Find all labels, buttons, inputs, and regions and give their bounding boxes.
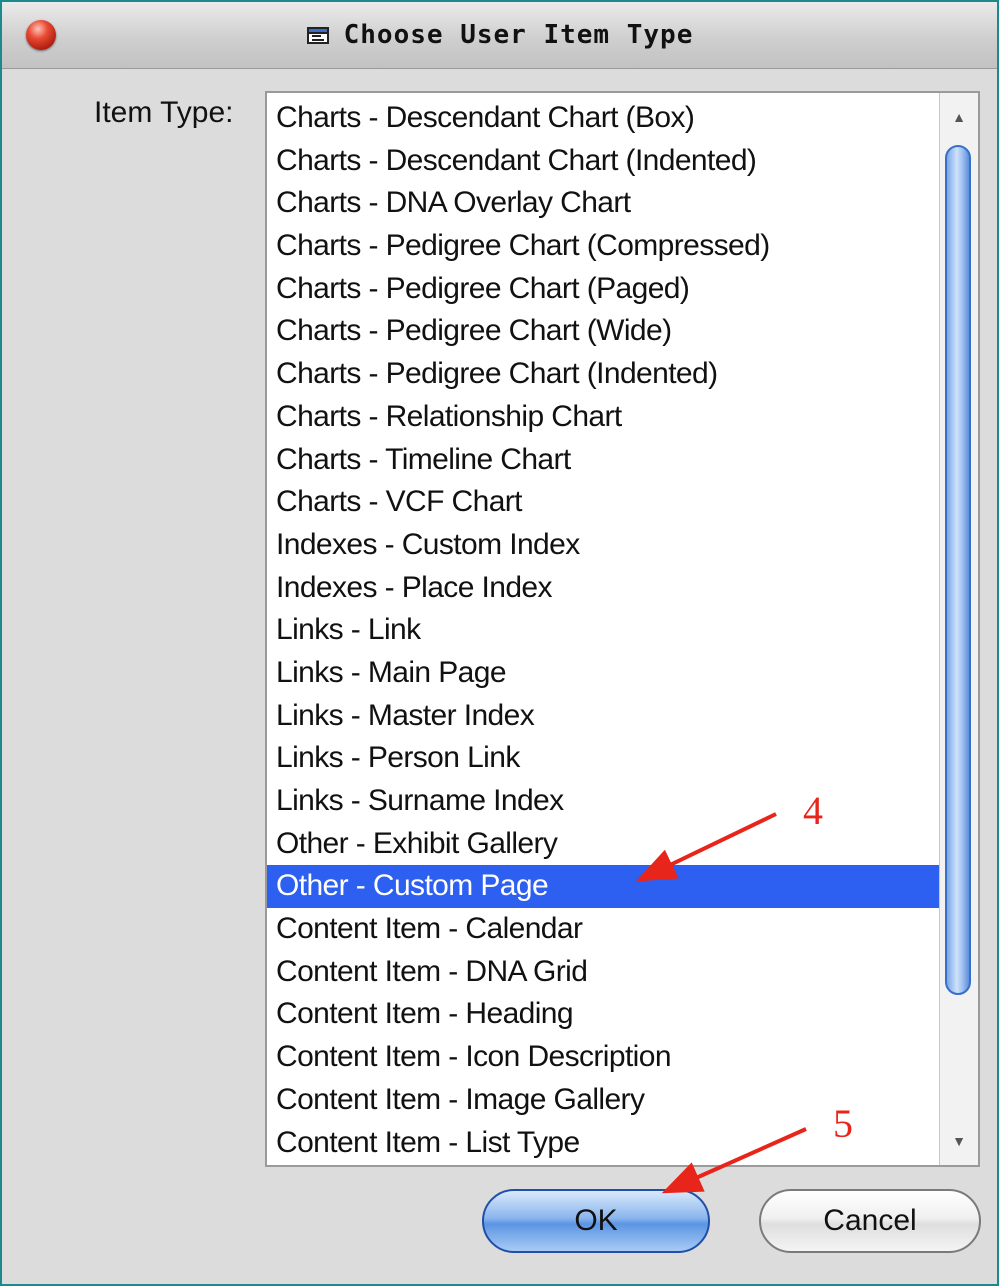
scroll-thumb[interactable] bbox=[945, 145, 971, 995]
window-title: Choose User Item Type bbox=[343, 20, 694, 50]
item-type-label: Item Type: bbox=[94, 96, 234, 129]
list-items: Charts - Descendant Chart (Box) Charts - … bbox=[267, 97, 942, 1164]
list-item[interactable]: Charts - Descendant Chart (Indented) bbox=[267, 140, 942, 183]
list-item[interactable]: Charts - Relationship Chart bbox=[267, 396, 942, 439]
item-type-listbox[interactable]: Charts - Descendant Chart (Box) Charts - … bbox=[265, 91, 980, 1167]
list-item[interactable]: Links - Person Link bbox=[267, 737, 942, 780]
list-item[interactable]: Links - Master Index bbox=[267, 695, 942, 738]
list-item[interactable]: Content Item - Calendar bbox=[267, 908, 942, 951]
list-item[interactable]: Content Item - Heading bbox=[267, 993, 942, 1036]
list-item[interactable]: Charts - Pedigree Chart (Wide) bbox=[267, 310, 942, 353]
list-item[interactable]: Charts - Descendant Chart (Box) bbox=[267, 97, 942, 140]
list-item[interactable]: Indexes - Custom Index bbox=[267, 524, 942, 567]
list-item[interactable]: Other - Exhibit Gallery bbox=[267, 823, 942, 866]
list-item[interactable]: Charts - Timeline Chart bbox=[267, 439, 942, 482]
list-item[interactable]: Links - Main Page bbox=[267, 652, 942, 695]
list-item[interactable]: Indexes - Place Index bbox=[267, 567, 942, 610]
list-item[interactable]: Content Item - Icon Description bbox=[267, 1036, 942, 1079]
list-item[interactable]: Charts - Pedigree Chart (Paged) bbox=[267, 268, 942, 311]
list-item[interactable]: Links - Link bbox=[267, 609, 942, 652]
title-bar[interactable]: Choose User Item Type bbox=[2, 2, 997, 69]
scroll-down-arrow-icon[interactable]: ▼ bbox=[949, 1131, 969, 1151]
vertical-scrollbar[interactable]: ▲ ▼ bbox=[939, 93, 978, 1165]
ok-button[interactable]: OK bbox=[482, 1189, 710, 1253]
list-item[interactable]: Charts - DNA Overlay Chart bbox=[267, 182, 942, 225]
choose-user-item-type-dialog: Choose User Item Type Item Type: Charts … bbox=[0, 0, 999, 1286]
scroll-up-arrow-icon[interactable]: ▲ bbox=[949, 107, 969, 127]
list-item[interactable]: Content Item - List Type bbox=[267, 1122, 942, 1165]
window-icon bbox=[306, 27, 329, 44]
cancel-button[interactable]: Cancel bbox=[759, 1189, 981, 1253]
list-item[interactable]: Links - Surname Index bbox=[267, 780, 942, 823]
list-item[interactable]: Charts - VCF Chart bbox=[267, 481, 942, 524]
list-item[interactable]: Content Item - DNA Grid bbox=[267, 951, 942, 994]
list-item[interactable]: Charts - Pedigree Chart (Indented) bbox=[267, 353, 942, 396]
list-item-selected[interactable]: Other - Custom Page bbox=[267, 865, 942, 909]
list-item[interactable]: Charts - Pedigree Chart (Compressed) bbox=[267, 225, 942, 268]
title-container: Choose User Item Type bbox=[2, 2, 997, 68]
list-item[interactable]: Content Item - Image Gallery bbox=[267, 1079, 942, 1122]
